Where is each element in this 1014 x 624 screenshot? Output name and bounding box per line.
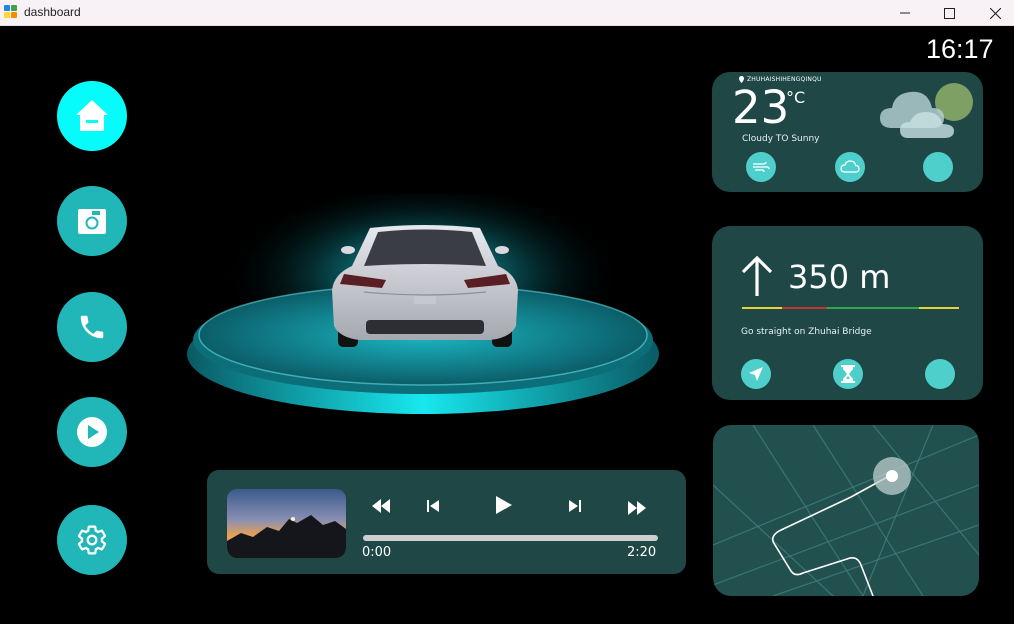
cloudy-sunny-icon xyxy=(880,83,973,138)
dashboard-canvas: 16:17 0:00 2:20 ZHUHAISHIHENGQINQU 23 °C… xyxy=(0,26,1014,624)
send-icon xyxy=(749,367,763,381)
play-button[interactable] xyxy=(491,492,517,518)
arrow-up-icon xyxy=(741,256,773,296)
navigation-send-button[interactable] xyxy=(741,359,771,389)
weather-extra-button[interactable] xyxy=(923,152,953,182)
nav-home-button[interactable] xyxy=(57,81,127,151)
weather-wind-button[interactable] xyxy=(746,152,776,182)
skip-previous-icon xyxy=(427,500,439,512)
lane-indicator xyxy=(782,307,827,309)
nav-settings-button[interactable] xyxy=(57,505,127,575)
skip-next-button[interactable] xyxy=(563,494,587,518)
navigation-card: 350 m Go straight on Zhuhai Bridge xyxy=(712,226,983,400)
weather-card: ZHUHAISHIHENGQINQU 23 °C Cloudy TO Sunny xyxy=(712,72,983,192)
fast-forward-button[interactable] xyxy=(625,496,649,520)
phone-icon xyxy=(80,315,104,339)
map-view xyxy=(713,425,979,596)
cloud-icon xyxy=(840,160,860,173)
lane-indicator xyxy=(742,307,782,309)
close-button[interactable] xyxy=(972,0,1014,26)
fast-rewind-button[interactable] xyxy=(369,494,393,518)
nav-camera-button[interactable] xyxy=(57,186,127,256)
app-icon xyxy=(4,5,18,19)
lane-indicator xyxy=(827,307,919,309)
lane-indicator xyxy=(919,307,959,309)
play-icon xyxy=(496,496,512,514)
navigation-instruction: Go straight on Zhuhai Bridge xyxy=(741,327,872,337)
location-marker-icon xyxy=(873,457,911,495)
weather-condition: Cloudy TO Sunny xyxy=(742,134,820,144)
navigation-extra-button[interactable] xyxy=(925,359,955,389)
window-title-bar: dashboard xyxy=(0,0,1014,26)
weather-temperature: 23 xyxy=(732,81,790,134)
gear-icon xyxy=(77,525,107,555)
home-icon xyxy=(76,100,108,131)
navigation-distance: 350 m xyxy=(788,258,891,296)
car-image xyxy=(332,225,518,347)
media-thumbnail xyxy=(227,489,346,558)
wind-icon xyxy=(753,161,770,173)
skip-next-icon xyxy=(569,500,581,512)
maximize-button[interactable] xyxy=(926,0,972,26)
clock: 16:17 xyxy=(926,34,994,64)
maximize-icon xyxy=(943,7,955,19)
fast-rewind-icon xyxy=(372,499,390,513)
media-player: 0:00 2:20 xyxy=(207,470,686,574)
hourglass-icon xyxy=(841,365,855,383)
media-progress-bar[interactable] xyxy=(363,535,658,541)
play-circle-icon xyxy=(77,417,107,447)
minimize-button[interactable] xyxy=(882,0,928,26)
map-card[interactable] xyxy=(713,425,979,596)
weather-cloud-button[interactable] xyxy=(835,152,865,182)
minimize-icon xyxy=(900,12,910,14)
weather-unit: °C xyxy=(786,88,806,107)
navigation-hourglass-button[interactable] xyxy=(833,359,863,389)
nav-video-button[interactable] xyxy=(57,397,127,467)
camera-icon xyxy=(78,209,106,234)
skip-previous-button[interactable] xyxy=(421,494,445,518)
fast-forward-icon xyxy=(628,501,646,515)
nav-phone-button[interactable] xyxy=(57,292,127,362)
close-icon xyxy=(989,7,1001,19)
media-current-time: 0:00 xyxy=(362,545,392,560)
media-total-time: 2:20 xyxy=(627,545,657,560)
window-title: dashboard xyxy=(24,5,81,19)
